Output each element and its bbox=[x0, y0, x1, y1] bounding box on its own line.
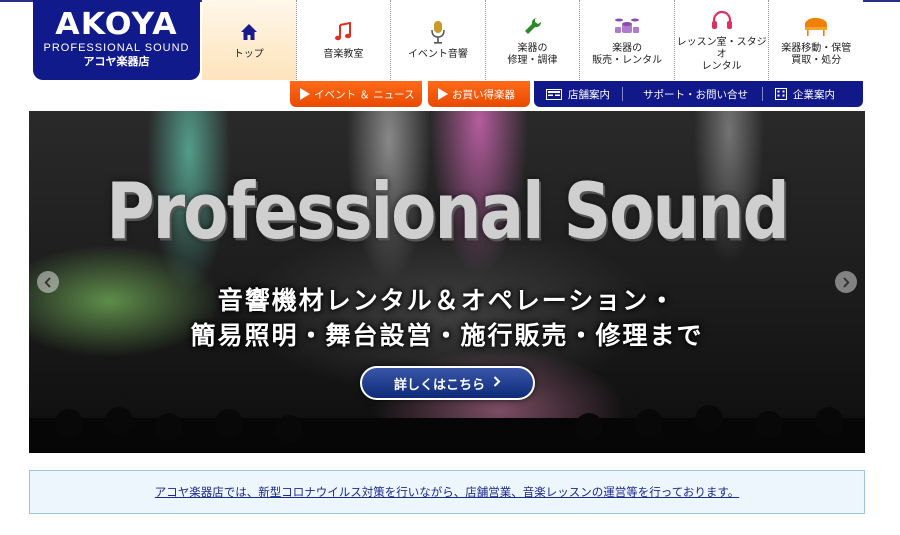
nav-item-label: 楽器移動・保管 買取・処分 bbox=[781, 43, 852, 66]
home-icon bbox=[240, 19, 258, 45]
logo-brand: AKOYA bbox=[55, 7, 178, 42]
hero-tagline-1: 音響機材レンタル＆オペレーション・ bbox=[217, 286, 677, 315]
building-icon bbox=[775, 88, 787, 100]
nav-item-label: 音楽教室 bbox=[323, 49, 364, 60]
events-news-button[interactable]: イベント ＆ ニュース bbox=[290, 81, 422, 107]
nav-item-event-sound[interactable]: イベント音響 bbox=[390, 0, 485, 80]
store-info-link[interactable]: 店舗案内 bbox=[534, 87, 622, 101]
company-info-link[interactable]: 企業案内 bbox=[762, 87, 847, 101]
chevron-right-icon bbox=[493, 375, 501, 391]
nav-item-transport-storage[interactable]: 楽器移動・保管 買取・処分 bbox=[768, 0, 863, 80]
play-arrow-icon bbox=[300, 88, 310, 100]
site-logo[interactable]: AKOYA PROFESSIONAL SOUND アコヤ楽器店 bbox=[33, 0, 200, 80]
support-contact-label: サポート・お問い合せ bbox=[643, 88, 748, 101]
carousel-next-button[interactable] bbox=[835, 271, 857, 293]
hero-banner: Professional Sound 音響機材レンタル＆オペレーション・ 簡易照… bbox=[29, 111, 865, 453]
nav-item-label: イベント音響 bbox=[407, 49, 468, 60]
nav-item-label: トップ bbox=[233, 49, 264, 60]
events-news-label: イベント ＆ ニュース bbox=[314, 88, 415, 101]
play-arrow-icon bbox=[438, 88, 448, 100]
store-icon bbox=[546, 88, 562, 100]
nav-item-music-school[interactable]: 音楽教室 bbox=[295, 0, 391, 80]
carousel-prev-button[interactable] bbox=[37, 271, 59, 293]
drum-icon bbox=[614, 13, 640, 39]
company-info-label: 企業案内 bbox=[793, 88, 835, 101]
nav-item-studio-rental[interactable]: レッスン室・スタジオ レンタル bbox=[673, 0, 769, 80]
main-nav: トップ 音楽教室 イベント音響 楽器の 修理・調律 楽器の 販売・レンタル レッ… bbox=[202, 0, 863, 80]
logo-subtitle: PROFESSIONAL SOUND bbox=[43, 42, 190, 54]
nav-item-repair-tuning[interactable]: 楽器の 修理・調律 bbox=[484, 0, 580, 80]
microphone-icon bbox=[430, 19, 446, 45]
details-button[interactable]: 詳しくはこちら bbox=[360, 366, 535, 400]
piano-icon bbox=[803, 13, 829, 39]
nav-item-top[interactable]: トップ bbox=[202, 0, 296, 80]
hero-tagline-2: 簡易照明・舞台設営・施行販売・修理まで bbox=[190, 321, 704, 350]
chevron-left-icon bbox=[44, 273, 52, 292]
notice-box: アコヤ楽器店では、新型コロナウイルス対策を行いながら、店舗営業、音楽レッスンの運… bbox=[29, 470, 865, 514]
info-subnav: 店舗案内 サポート・お問い合せ 企業案内 bbox=[534, 81, 863, 107]
nav-item-label: 楽器の 修理・調律 bbox=[507, 43, 558, 66]
hero-headline: Professional Sound bbox=[106, 166, 790, 257]
nav-item-sales-rental[interactable]: 楽器の 販売・レンタル bbox=[579, 0, 674, 80]
headphones-icon bbox=[711, 7, 733, 33]
nav-item-label: レッスン室・スタジオ レンタル bbox=[676, 37, 767, 72]
music-note-icon bbox=[334, 19, 352, 45]
notice-link[interactable]: アコヤ楽器店では、新型コロナウイルス対策を行いながら、店舗営業、音楽レッスンの運… bbox=[155, 484, 739, 500]
deals-button[interactable]: お買い得楽器 bbox=[428, 81, 530, 107]
details-button-label: 詳しくはこちら bbox=[393, 377, 485, 393]
chevron-right-icon bbox=[842, 273, 850, 292]
support-contact-link[interactable]: サポート・お問い合せ bbox=[622, 87, 762, 101]
nav-item-label: 楽器の 販売・レンタル bbox=[592, 43, 663, 66]
logo-japanese-name: アコヤ楽器店 bbox=[83, 55, 150, 68]
wrench-icon bbox=[523, 13, 543, 39]
store-info-label: 店舗案内 bbox=[568, 88, 610, 101]
deals-label: お買い得楽器 bbox=[452, 88, 515, 101]
